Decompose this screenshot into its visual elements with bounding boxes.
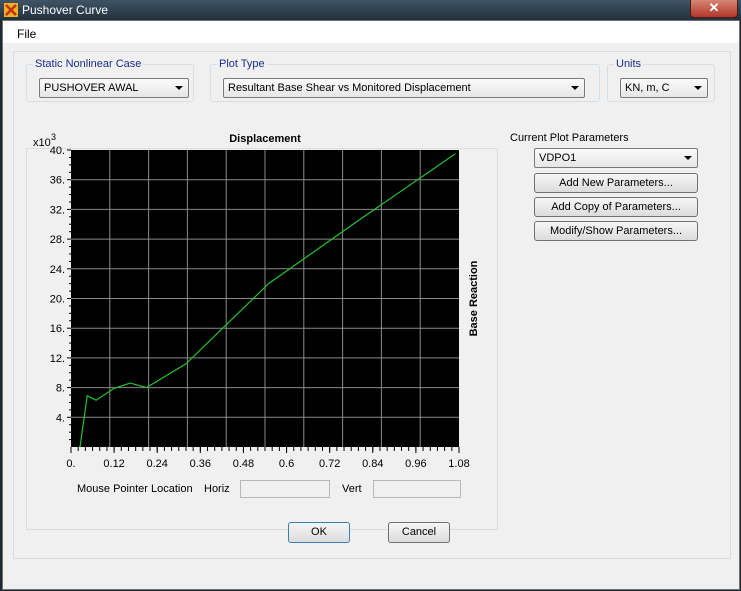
close-button[interactable]: ✕ (690, 0, 738, 18)
static-case-legend: Static Nonlinear Case (35, 58, 142, 70)
units-value: KN, m, C (625, 82, 670, 94)
cancel-button[interactable]: Cancel (388, 522, 450, 543)
dialog-window: File Static Nonlinear Case PUSHOVER AWAL… (2, 20, 740, 590)
ok-button[interactable]: OK (288, 522, 350, 543)
units-group: Units KN, m, C (607, 58, 715, 102)
vert-value-field (373, 480, 461, 498)
title-bar: Pushover Curve ✕ (0, 0, 741, 20)
plot-params-dropdown[interactable]: VDPO1 (534, 148, 698, 168)
units-legend: Units (616, 58, 642, 70)
mouse-pointer-label: Mouse Pointer Location (77, 483, 193, 495)
plot-type-dropdown[interactable]: Resultant Base Shear vs Monitored Displa… (223, 78, 585, 98)
units-dropdown[interactable]: KN, m, C (620, 78, 708, 98)
static-case-group: Static Nonlinear Case PUSHOVER AWAL (26, 58, 194, 102)
chevron-down-icon (571, 86, 579, 90)
plot-area (26, 148, 498, 530)
menu-bar: File (3, 21, 739, 43)
chevron-down-icon (175, 86, 183, 90)
plot-type-value: Resultant Base Shear vs Monitored Displa… (228, 82, 471, 94)
vert-label: Vert (342, 483, 362, 495)
plot-type-group: Plot Type Resultant Base Shear vs Monito… (210, 58, 600, 102)
main-panel: Static Nonlinear Case PUSHOVER AWAL Plot… (13, 51, 731, 559)
modify-show-parameters-button[interactable]: Modify/Show Parameters... (534, 221, 698, 241)
chevron-down-icon (684, 156, 692, 160)
horiz-value-field (240, 480, 330, 498)
chevron-down-icon (694, 86, 702, 90)
horiz-label: Horiz (204, 483, 230, 495)
app-icon (4, 3, 18, 17)
window-title: Pushover Curve (22, 3, 109, 17)
add-copy-parameters-button[interactable]: Add Copy of Parameters... (534, 197, 698, 217)
static-case-dropdown[interactable]: PUSHOVER AWAL (39, 78, 189, 98)
static-case-value: PUSHOVER AWAL (44, 82, 139, 94)
current-plot-params-label: Current Plot Parameters (510, 132, 629, 144)
add-new-parameters-button[interactable]: Add New Parameters... (534, 173, 698, 193)
plot-type-legend: Plot Type (219, 58, 265, 70)
plot-params-value: VDPO1 (539, 152, 577, 164)
menu-file[interactable]: File (17, 27, 36, 41)
